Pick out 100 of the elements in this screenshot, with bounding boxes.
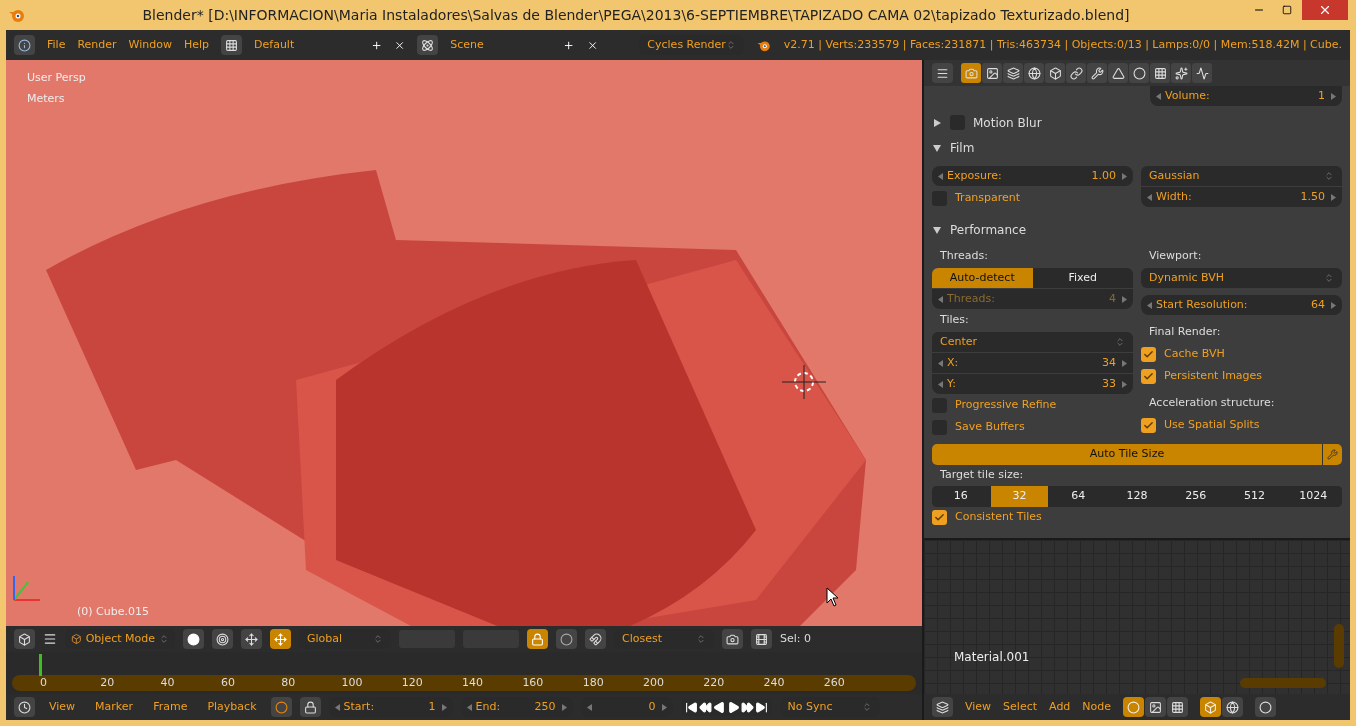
decrement-arrow-icon[interactable] xyxy=(1147,301,1152,309)
expanded-arrow-icon[interactable] xyxy=(932,142,942,153)
layout-button[interactable] xyxy=(221,35,243,55)
node-editor-canvas[interactable]: Material.001 xyxy=(924,538,1350,694)
decrement-arrow-icon[interactable] xyxy=(938,172,943,180)
menu-icon[interactable] xyxy=(43,632,57,646)
shader-nodes-button[interactable] xyxy=(1123,697,1145,717)
compositing-button[interactable] xyxy=(1145,697,1167,717)
editor-type-button[interactable] xyxy=(932,697,953,717)
pivot-button[interactable] xyxy=(212,629,233,649)
properties-tab[interactable] xyxy=(1108,63,1128,83)
menu-item[interactable]: Node xyxy=(1082,698,1112,716)
threads-mode-toggle[interactable]: Fixed xyxy=(1032,268,1133,288)
checkbox[interactable] xyxy=(932,510,947,525)
tile-order-dropdown[interactable]: Center xyxy=(932,332,1133,352)
exposure-field[interactable]: Exposure: 1.00 xyxy=(932,166,1133,186)
editor-type-button[interactable] xyxy=(14,697,35,717)
threads-mode-toggle[interactable]: Auto-detect xyxy=(932,268,1033,288)
decrement-arrow-icon[interactable] xyxy=(334,703,340,711)
editor-type-button[interactable] xyxy=(14,629,35,649)
properties-tab[interactable] xyxy=(1045,63,1065,83)
scrollbar[interactable] xyxy=(1334,624,1344,668)
increment-arrow-icon[interactable] xyxy=(1122,359,1127,367)
previous-keyframe-icon[interactable] xyxy=(698,700,712,714)
expanded-arrow-icon[interactable] xyxy=(932,224,942,235)
scene-field[interactable]: Scene xyxy=(450,36,552,54)
properties-tab[interactable] xyxy=(1150,63,1170,83)
decrement-arrow-icon[interactable] xyxy=(1156,92,1161,100)
decrement-arrow-icon[interactable] xyxy=(466,703,472,711)
properties-tab[interactable] xyxy=(1129,63,1149,83)
mouse-pointer-icon xyxy=(826,587,840,607)
increment-arrow-icon[interactable] xyxy=(561,703,567,711)
filter-width-field[interactable]: Width: 1.50 xyxy=(1141,187,1342,207)
properties-tab[interactable] xyxy=(982,63,1002,83)
increment-arrow-icon[interactable] xyxy=(1331,92,1336,100)
transform-button[interactable] xyxy=(270,629,291,649)
panel-title[interactable]: Motion Blur xyxy=(973,113,1042,132)
manipulator-button[interactable] xyxy=(241,629,262,649)
properties-tab[interactable] xyxy=(1087,63,1107,83)
menu-item[interactable]: Select xyxy=(1003,698,1038,716)
increment-arrow-icon[interactable] xyxy=(661,703,667,711)
lock-layers-button[interactable] xyxy=(527,629,548,649)
scrollbar[interactable] xyxy=(1240,678,1326,688)
decrement-arrow-icon[interactable] xyxy=(938,380,943,388)
object-button[interactable] xyxy=(1200,697,1222,717)
menu-item[interactable]: File xyxy=(47,36,66,54)
editor-type-button[interactable] xyxy=(932,63,953,83)
menu-item[interactable]: Playback xyxy=(201,698,263,716)
keying-button[interactable] xyxy=(270,697,292,717)
render-animation-button[interactable] xyxy=(751,629,772,649)
tile-y-field[interactable]: Y: 33 xyxy=(932,374,1133,394)
chain-link-icon xyxy=(1069,66,1083,80)
tile-x-field[interactable]: X: 34 xyxy=(932,353,1133,373)
menu-item[interactable]: View xyxy=(965,698,992,716)
decrement-arrow-icon[interactable] xyxy=(586,703,592,711)
material-button[interactable] xyxy=(1255,697,1277,717)
scene-button[interactable] xyxy=(417,35,439,55)
volume-field[interactable]: Volume: 1 xyxy=(1150,86,1342,106)
lock-button[interactable] xyxy=(299,697,321,717)
texture-nodes-button[interactable] xyxy=(1167,697,1189,717)
increment-arrow-icon[interactable] xyxy=(1331,193,1336,201)
shading-button[interactable] xyxy=(183,629,204,649)
panel-title[interactable]: Performance xyxy=(950,220,1027,239)
menu-item[interactable]: Render xyxy=(77,36,117,54)
menu-item[interactable]: Window xyxy=(128,36,172,54)
properties-tab[interactable] xyxy=(1192,63,1212,83)
increment-arrow-icon[interactable] xyxy=(441,703,447,711)
menu-item[interactable]: View xyxy=(43,698,82,716)
world-button[interactable] xyxy=(1222,697,1244,717)
layout-field[interactable]: Default xyxy=(254,36,359,54)
filter-dropdown[interactable]: Gaussian xyxy=(1141,166,1342,186)
snap-button[interactable] xyxy=(585,629,606,649)
decrement-arrow-icon[interactable] xyxy=(1147,193,1152,201)
panel-title[interactable]: Film xyxy=(950,138,975,157)
properties-tab[interactable] xyxy=(1171,63,1191,83)
collapsed-arrow-icon[interactable] xyxy=(932,117,942,128)
properties-tab[interactable] xyxy=(1003,63,1023,83)
menu-item[interactable]: Help xyxy=(183,36,210,54)
timeline-area[interactable]: 0 20 40 60 80 100 120 140 160 180 200 220 240 260 xyxy=(6,652,922,694)
properties-tab[interactable] xyxy=(1024,63,1044,83)
auto-tile-size-button[interactable]: Auto Tile Size xyxy=(932,444,1322,465)
increment-arrow-icon[interactable] xyxy=(1122,380,1127,388)
render-button[interactable] xyxy=(722,629,743,649)
menu-item[interactable]: Frame xyxy=(147,698,194,716)
checkbox[interactable] xyxy=(1141,369,1156,384)
editor-type-button[interactable] xyxy=(14,35,35,55)
menu-item[interactable]: Marker xyxy=(89,698,140,716)
proportional-edit-button[interactable] xyxy=(556,629,577,649)
checkbox[interactable] xyxy=(1141,418,1156,433)
increment-arrow-icon[interactable] xyxy=(1331,301,1336,309)
increment-arrow-icon[interactable] xyxy=(1122,172,1127,180)
next-keyframe-icon[interactable] xyxy=(740,700,754,714)
properties-tab[interactable] xyxy=(1066,63,1086,83)
menu-item[interactable]: Add xyxy=(1049,698,1071,716)
decrement-arrow-icon[interactable] xyxy=(938,359,943,367)
viewport-bvh-dropdown[interactable]: Dynamic BVH xyxy=(1141,268,1342,288)
sphere-icon xyxy=(1132,66,1146,80)
start-resolution-field[interactable]: Start Resolution: 64 xyxy=(1141,295,1342,315)
checkbox[interactable] xyxy=(1141,347,1156,362)
addon-button[interactable] xyxy=(1322,444,1342,465)
